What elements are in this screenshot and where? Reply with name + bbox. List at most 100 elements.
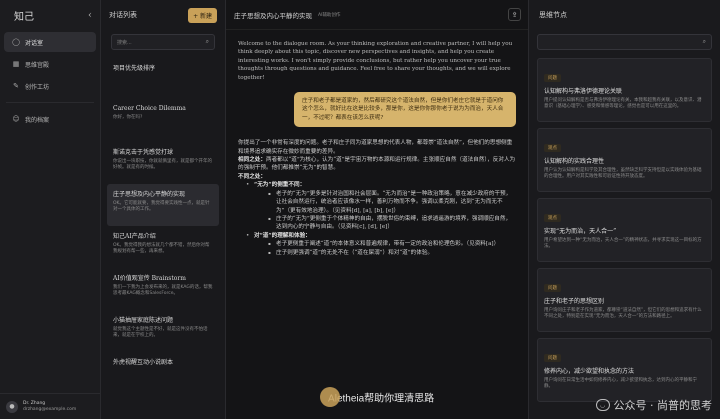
nav-item-profile[interactable]: ☺ 我的档案 bbox=[4, 109, 96, 129]
list-item-preview: 你好，你在吗? bbox=[113, 115, 143, 120]
answer-diff-label: 不同之处： bbox=[238, 173, 266, 180]
node-preview: 用户询问在日常生活中如何修养内心，减少欲望和执念，达到内心的平静和宁静。 bbox=[544, 378, 697, 389]
answer-similar: 两者都以“道”为核心，认为“道”是宇宙万物的本源和运行规律。主张顺应自然（道法自… bbox=[238, 157, 516, 172]
zhuangzi-dao: 庄子则更强调“道”的无处不在（“道在屎溺”）和对“道”的体验。 bbox=[268, 249, 516, 258]
share-icon[interactable]: ⇪ bbox=[508, 8, 521, 21]
watermark-text: 公众号 · 尚普的思考 bbox=[613, 399, 713, 412]
list-item[interactable]: 小猫抽屉家庭陈述问题 就觉我这个主题性是不好，就是这件没有不怕话来，就是在学校上… bbox=[107, 310, 219, 352]
list-item[interactable]: 斯诺克击于凭感觉打球 你说出一块职技，你就就俩里有，就是都个开年的好帧。就是有的… bbox=[107, 142, 219, 184]
node-tag: 问题 bbox=[544, 284, 561, 292]
welcome-message: Welcome to the dialogue room. As your th… bbox=[238, 41, 513, 81]
list-item-title: AI价值观宣传 Brainstorm bbox=[113, 275, 186, 282]
app-title: 知己 bbox=[14, 11, 34, 23]
app-root: 知己 ‹ ◯ 对话室 ▦ 思维宫殿 ✎ 创作工坊 ☺ 我的档案 ● Dr. Zh… bbox=[0, 0, 720, 419]
node-preview: 用户希望达到一种“无为而治，天人合一”的精神状态，并寻求实现这一目标的方法。 bbox=[544, 238, 702, 249]
list-item-title: 庄子思想及内心平静的实现 bbox=[113, 191, 186, 198]
thinking-nodes-panel: 思维节点 ⌕ 问题 认知解构与弗洛伊德理论关联 用户提问认知解构是否与弗洛伊德理… bbox=[529, 0, 720, 419]
nav-item-dialogue[interactable]: ◯ 对话室 bbox=[4, 32, 96, 52]
list-header: 对话列表 + 新建 bbox=[101, 0, 225, 30]
node-title: 实现“无为而治，天人合一” bbox=[544, 228, 617, 235]
chat-icon: ◯ bbox=[12, 38, 20, 46]
node-preview: 用户询问庄子和老子作为道家，都尊崇“道法自然”，但它们的思想和追求有什么不同之处… bbox=[544, 308, 702, 319]
list-item-preview: 你说出一块职技，你就就俩里有，就是都个开年的好帧。就是有的时候。 bbox=[113, 159, 212, 170]
list-item[interactable]: 外虎视醒互动小说剧本 bbox=[107, 352, 219, 394]
nav-item-label: 思维宫殿 bbox=[25, 61, 50, 69]
node-card[interactable]: 问题 修养内心，减少欲望和执念的方法 用户询问在日常生活中如何修养内心，减少欲望… bbox=[537, 338, 712, 402]
search-icon: ⌕ bbox=[702, 38, 706, 45]
node-title: 修养内心，减少欲望和执念的方法 bbox=[544, 368, 635, 375]
dao-label: 对“道”的理解和体验： bbox=[254, 232, 311, 239]
nav-header: 知己 ‹ bbox=[0, 0, 100, 30]
list-item-title: 知己AI产品介绍 bbox=[113, 233, 156, 240]
node-tag: 问题 bbox=[544, 354, 561, 362]
wechat-icon: ◡ bbox=[595, 399, 610, 411]
laozi-dao: 老子更侧重于阐述“道”的本体意义和普遍规律，带有一定的政治和伦理色彩。（见资料[… bbox=[268, 240, 516, 249]
node-card[interactable]: 问题 认知解构与弗洛伊德理论关联 用户提问认知解构是否与弗洛伊德理论有关，本我和… bbox=[537, 58, 712, 122]
conversation-body: Welcome to the dialogue room. As your th… bbox=[226, 30, 528, 257]
node-preview: 用户提问认知解构是否与弗洛伊德理论有关，本我和超我有关联，以及意识、潜意识（基础… bbox=[544, 98, 702, 109]
left-nav: 知己 ‹ ◯ 对话室 ▦ 思维宫殿 ✎ 创作工坊 ☺ 我的档案 ● Dr. Zh… bbox=[0, 0, 101, 419]
user-info[interactable]: ● Dr. Zhang drzhang@example.com bbox=[0, 393, 100, 419]
user-icon: ☺ bbox=[12, 115, 20, 123]
laozi-wuwei: 老子的“无为”更多是针对治国和社会层面。“无为而治”是一种政治策略，意在减少政府… bbox=[268, 190, 516, 215]
list-item-preview: 就觉我这个主题性是不好，就是这件没有不怕话来，就是在学校上的。 bbox=[113, 327, 208, 338]
list-item[interactable]: 知己AI产品介绍 OK。我觉得我的想法就几个都不错，然后你对帮我规划有帮一些，再… bbox=[107, 226, 219, 268]
conversation-panel: 庄子思想及内心平静的实现 AI辅助创作 ⇪ Welcome to the dia… bbox=[226, 0, 529, 419]
list-item-preview: OK。它可能就要，我觉得要实践性一点，就是针对一个具体的工作。 bbox=[113, 201, 210, 212]
node-tag: 观点 bbox=[544, 144, 561, 152]
node-tag: 问题 bbox=[544, 74, 561, 82]
node-title: 庄子和老子的思想区别 bbox=[544, 298, 605, 305]
node-card[interactable]: 观点 认知解构的实践合理性 用户认为认知解构是科学及其合理性，虽然缺乏科学支持但… bbox=[537, 128, 712, 192]
nav-item-label: 创作工坊 bbox=[25, 83, 50, 91]
zhuangzi-wuwei: 庄子的“无为”更侧重于个体精神的自由，摆脱世俗的束缚，追求逍遥游的境界，强调顺应… bbox=[268, 215, 516, 232]
answer-intro: 你提出了一个非常有深度的问题。老子和庄子同为道家思想的代表人物，都尊崇“道法自然… bbox=[238, 140, 513, 155]
nav-item-label: 我的档案 bbox=[25, 116, 50, 124]
dialogue-search-input[interactable]: 搜索... ⌕ bbox=[111, 34, 215, 50]
node-tag: 观点 bbox=[544, 214, 561, 222]
answer-list: “无为”的侧重不同： 老子的“无为”更多是针对治国和社会层面。“无为而治”是一种… bbox=[238, 181, 516, 257]
list-item-title: 斯诺克击于凭感觉打球 bbox=[113, 149, 174, 156]
list-item-title: 小猫抽屉家庭陈述问题 bbox=[113, 317, 174, 324]
pen-icon: ✎ bbox=[13, 82, 19, 90]
list-item[interactable]: AI价值观宣传 Brainstorm 我们一下我为上会发布来的，就是KAG的话，… bbox=[107, 268, 219, 310]
list-item[interactable]: 项目优先级排序 bbox=[107, 58, 219, 100]
node-card[interactable]: 观点 实现“无为而治，天人合一” 用户希望达到一种“无为而治，天人合一”的精神状… bbox=[537, 198, 712, 262]
cta-text: Aletheia帮助你理清思路 bbox=[328, 393, 435, 405]
search-placeholder: 搜索... bbox=[117, 39, 132, 46]
user-message: 庄子和老子都是道家的，然后都研究这个道法自然，但是你们老庄它就是于道问你这个怎么… bbox=[294, 92, 516, 128]
collapse-icon[interactable]: ‹ bbox=[88, 10, 92, 21]
conversation-title: 庄子思想及内心平静的实现 bbox=[234, 11, 312, 20]
list-item[interactable]: Career Choice Dilemma 你好，你在吗? bbox=[107, 100, 219, 142]
conversation-subtitle: AI辅助创作 bbox=[318, 12, 341, 18]
user-name-block: Dr. Zhang drzhang@example.com bbox=[23, 401, 76, 413]
list-item-title: 项目优先级排序 bbox=[113, 65, 156, 72]
wuwei-label: “无为”的侧重不同： bbox=[254, 182, 306, 189]
node-title: 认知解构与弗洛伊德理论关联 bbox=[544, 88, 623, 95]
user-email: drzhang@example.com bbox=[23, 406, 77, 412]
cta-caption: Aletheia帮助你理清思路 bbox=[226, 387, 528, 409]
nav-divider bbox=[6, 102, 94, 103]
new-dialogue-button[interactable]: + 新建 bbox=[188, 7, 217, 23]
list-item-preview: OK。我觉得我的想法就几个都不错，然后你对帮我规划有帮一些，再来想。 bbox=[113, 243, 210, 254]
node-title: 认知解构的实践合理性 bbox=[544, 158, 605, 165]
list-item-title: Career Choice Dilemma bbox=[113, 105, 186, 112]
node-preview: 用户认为认知解构是科学及其合理性，虽然缺乏科学支持但是以实践体验为基础的合理性。… bbox=[544, 168, 702, 179]
map-icon: ▦ bbox=[12, 60, 20, 68]
nodes-search-input[interactable]: ⌕ bbox=[537, 34, 712, 50]
nodes-title: 思维节点 bbox=[539, 11, 567, 19]
search-icon: ⌕ bbox=[205, 38, 209, 45]
list-item-preview: 我们一下我为上会发布来的，就是KAG的话，帮我思考最KAG概念和SalesFor… bbox=[113, 285, 213, 296]
nav-item-mind-palace[interactable]: ▦ 思维宫殿 bbox=[4, 54, 96, 74]
node-card[interactable]: 问题 庄子和老子的思想区别 用户询问庄子和老子作为道家，都尊崇“道法自然”，但它… bbox=[537, 268, 712, 332]
list-title: 对话列表 bbox=[109, 11, 137, 19]
nav-item-label: 对话室 bbox=[25, 39, 44, 47]
answer-similar-label: 相同之处： bbox=[238, 157, 266, 164]
nav-item-workshop[interactable]: ✎ 创作工坊 bbox=[4, 76, 96, 96]
orb-icon bbox=[319, 387, 340, 407]
assistant-message: 你提出了一个非常有深度的问题。老子和庄子同为道家思想的代表人物，都尊崇“道法自然… bbox=[238, 139, 516, 257]
list-item-active[interactable]: 庄子思想及内心平静的实现 OK。它可能就要，我觉得要实践性一点，就是针对一个具体… bbox=[107, 184, 219, 226]
conversation-header: 庄子思想及内心平静的实现 AI辅助创作 bbox=[226, 0, 528, 30]
avatar: ● bbox=[6, 400, 18, 413]
list-item-title: 外虎视醒互动小说剧本 bbox=[113, 359, 174, 366]
watermark: ◡ 公众号 · 尚普的思考 bbox=[595, 397, 713, 413]
